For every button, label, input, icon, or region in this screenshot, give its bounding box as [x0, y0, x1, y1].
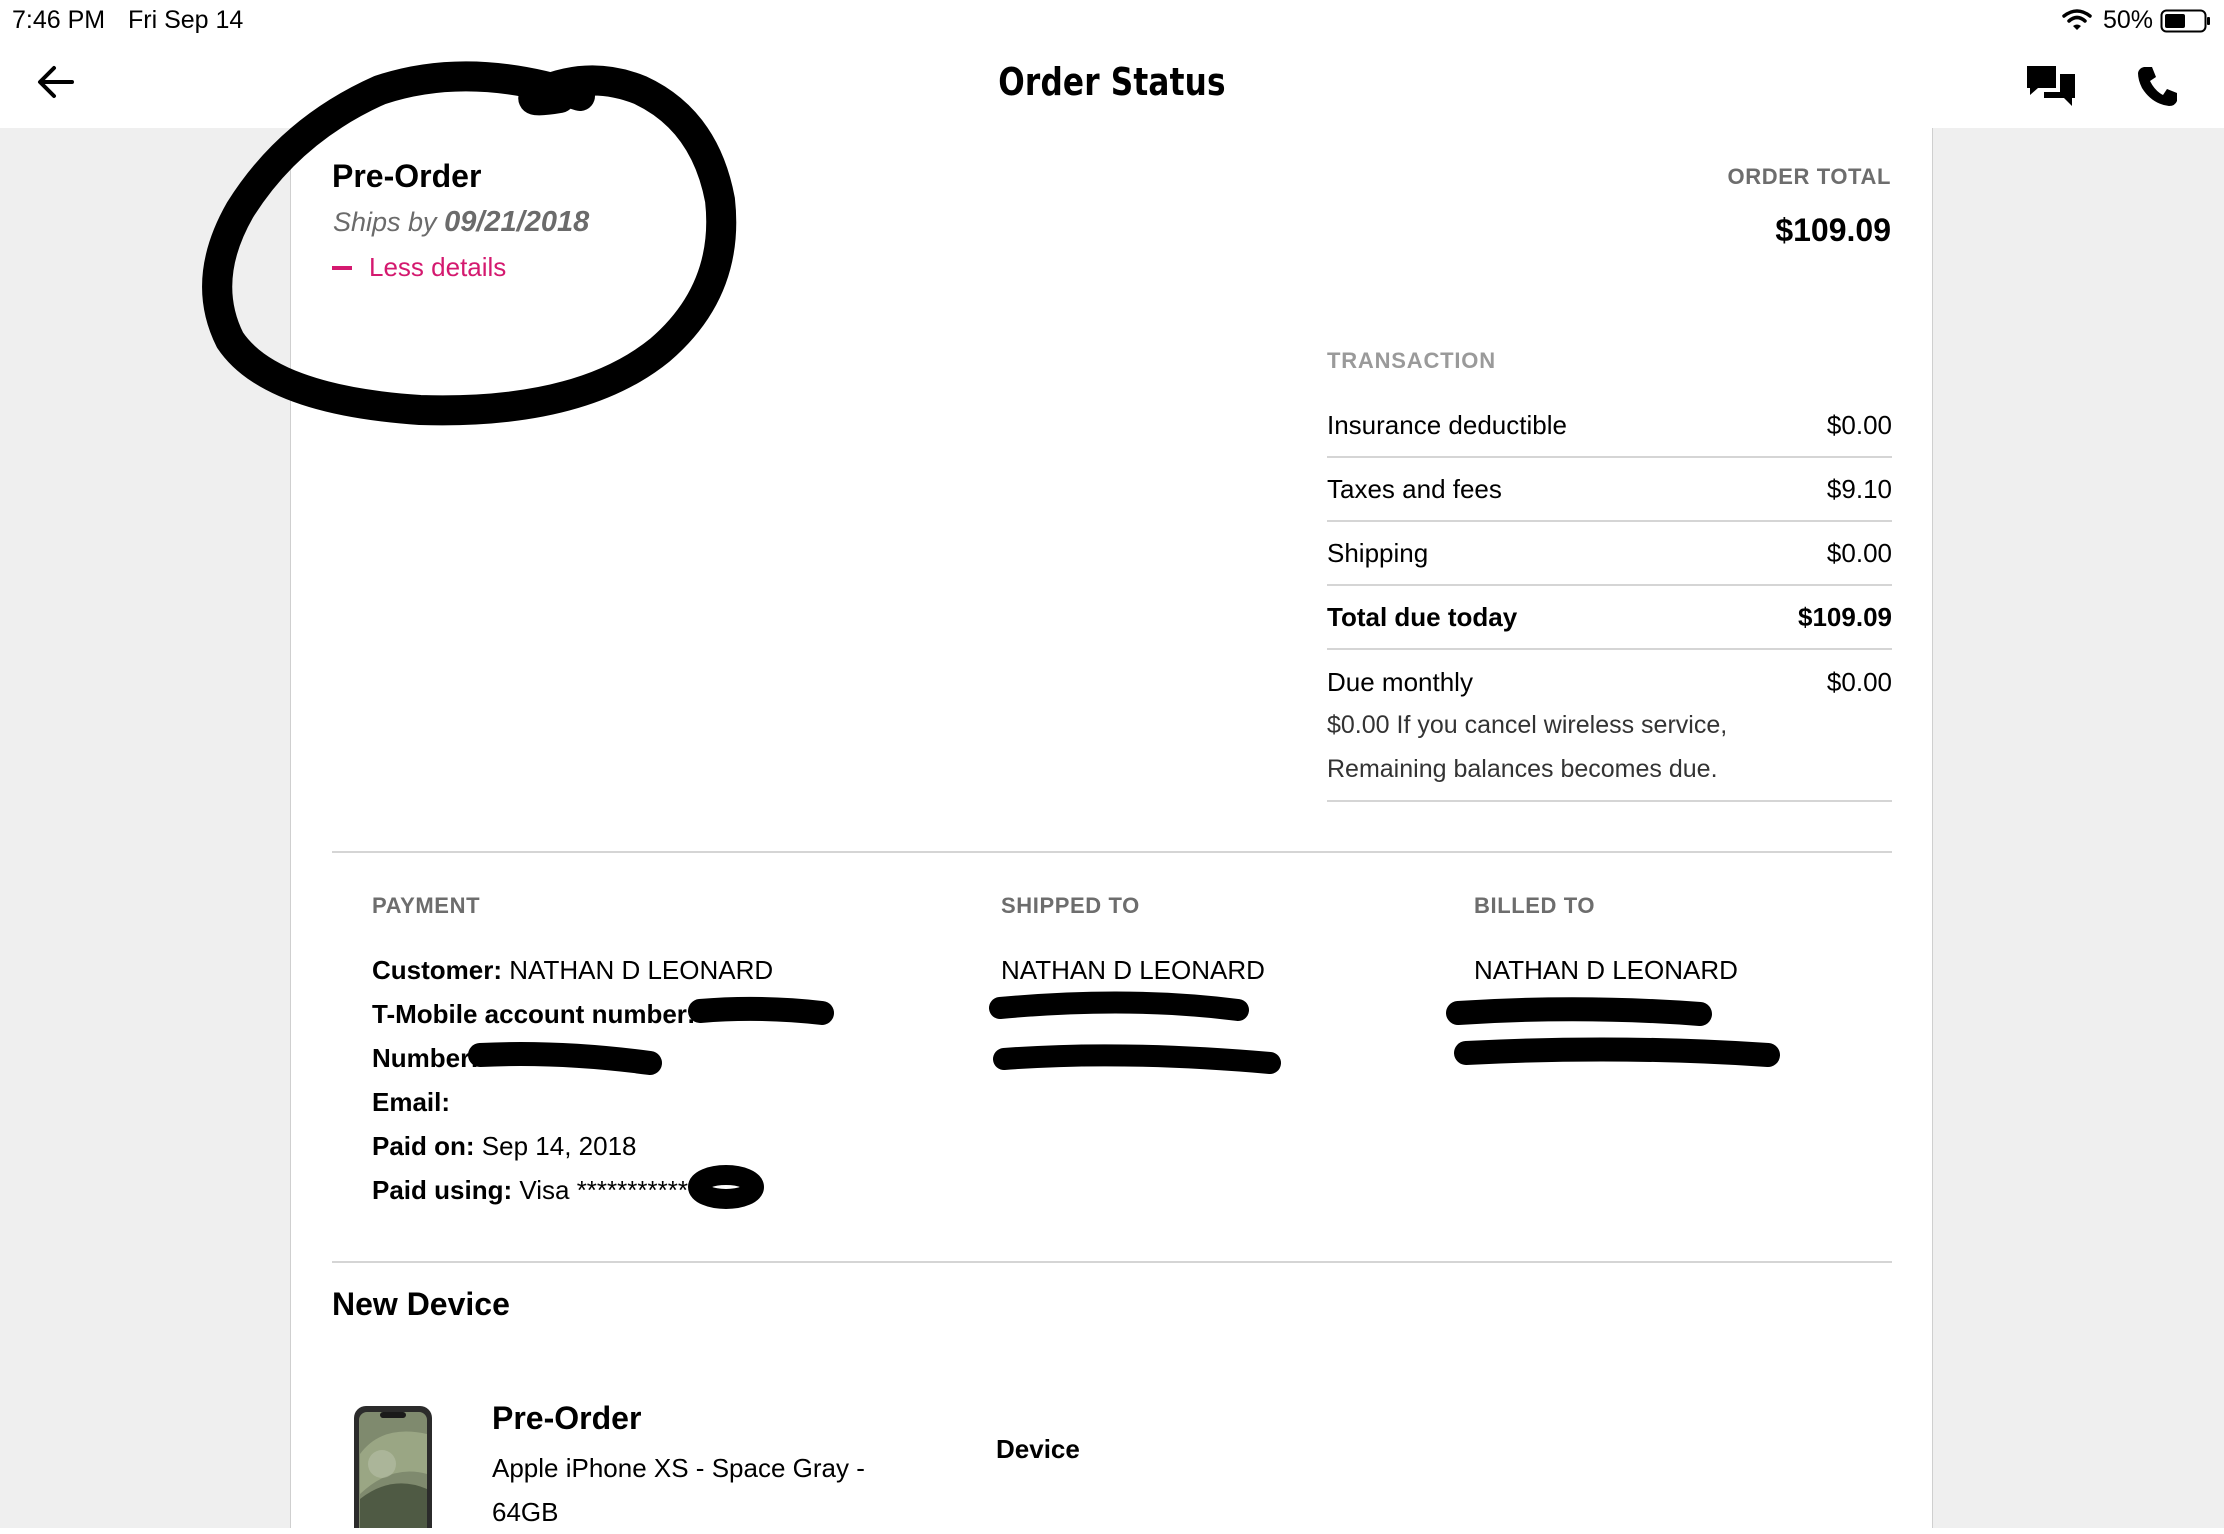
order-card	[291, 128, 1932, 1528]
transaction-row-value: $9.10	[1826, 474, 1892, 504]
section-divider	[332, 851, 1892, 853]
number-label: Number:	[372, 1043, 479, 1073]
shipped-to-label: SHIPPED TO	[1001, 893, 1140, 918]
paid-using-label: Paid using:	[372, 1175, 513, 1205]
row-divider	[1327, 648, 1892, 650]
status-date: Fri Sep 14	[128, 6, 244, 34]
transaction-row-label: Due monthly	[1327, 667, 1473, 697]
customer-label: Customer:	[372, 955, 503, 985]
transaction-row-value: $0.00	[1826, 538, 1892, 568]
ships-by-label: Ships by	[333, 207, 437, 237]
customer-line: Customer: NATHAN D LEONARD	[372, 955, 773, 986]
transaction-row-value: $109.09	[1798, 602, 1892, 632]
row-divider	[1327, 520, 1892, 522]
transaction-row-label: Taxes and fees	[1327, 474, 1502, 504]
right-margin	[1932, 128, 2224, 1528]
wifi-icon	[2062, 9, 2092, 30]
paid-on-value: Sep 14, 2018	[481, 1131, 637, 1161]
monthly-note-line: Remaining balances becomes due.	[1327, 755, 1718, 783]
left-margin	[0, 128, 291, 1528]
page-title: Order Status	[998, 60, 1226, 104]
status-bar: 7:46 PM Fri Sep 14 50%	[0, 0, 2224, 40]
monthly-note-line: $0.00 If you cancel wireless service,	[1327, 711, 1728, 739]
chat-icon[interactable]	[2024, 62, 2078, 110]
device-column-label: Device	[996, 1434, 1080, 1464]
new-device-heading: New Device	[332, 1286, 510, 1322]
transaction-row-value: $0.00	[1826, 667, 1892, 697]
shipped-to-name: NATHAN D LEONARD	[1001, 955, 1265, 985]
battery-icon	[2160, 9, 2210, 33]
row-divider	[1327, 456, 1892, 458]
device-name-line: Apple iPhone XS - Space Gray -	[492, 1453, 865, 1483]
ships-by-date: 09/21/2018	[444, 206, 590, 238]
billed-to-label: BILLED TO	[1474, 893, 1596, 918]
order-total-label: ORDER TOTAL	[1727, 164, 1891, 189]
paid-on-line: Paid on: Sep 14, 2018	[372, 1131, 637, 1162]
ships-by: Ships by 09/21/2018	[333, 206, 589, 239]
section-divider	[332, 1261, 1892, 1263]
back-arrow-icon[interactable]	[36, 64, 76, 100]
status-time: 7:46 PM	[12, 6, 106, 34]
transaction-label: TRANSACTION	[1327, 348, 1496, 373]
collapse-icon[interactable]	[332, 266, 352, 270]
device-status: Pre-Order	[492, 1400, 642, 1436]
phone-icon[interactable]	[2136, 64, 2180, 108]
paid-using-value: Visa ************	[519, 1175, 699, 1205]
paid-using-line: Paid using: Visa ************	[372, 1175, 698, 1206]
row-divider	[1327, 800, 1892, 802]
device-description: Apple iPhone XS - Space Gray - 64GB	[492, 1446, 922, 1534]
email-label: Email:	[372, 1087, 451, 1117]
transaction-row-label: Insurance deductible	[1327, 410, 1567, 440]
less-details-link[interactable]: Less details	[369, 252, 506, 283]
account-number-label: T-Mobile account number:	[372, 999, 696, 1029]
phone-image	[354, 1406, 432, 1528]
payment-label: PAYMENT	[372, 893, 481, 918]
battery-percent: 50%	[2103, 6, 2154, 34]
row-divider	[1327, 584, 1892, 586]
customer-value: NATHAN D LEONARD	[509, 955, 774, 985]
transaction-row-label: Shipping	[1327, 538, 1429, 568]
order-total-value: $109.09	[1775, 212, 1891, 248]
order-status-title: Pre-Order	[332, 158, 482, 194]
billed-to-name: NATHAN D LEONARD	[1474, 955, 1738, 985]
transaction-row-value: $0.00	[1826, 410, 1892, 440]
paid-on-label: Paid on:	[372, 1131, 475, 1161]
transaction-row-label: Total due today	[1327, 602, 1518, 632]
device-name-line: 64GB	[492, 1497, 559, 1527]
